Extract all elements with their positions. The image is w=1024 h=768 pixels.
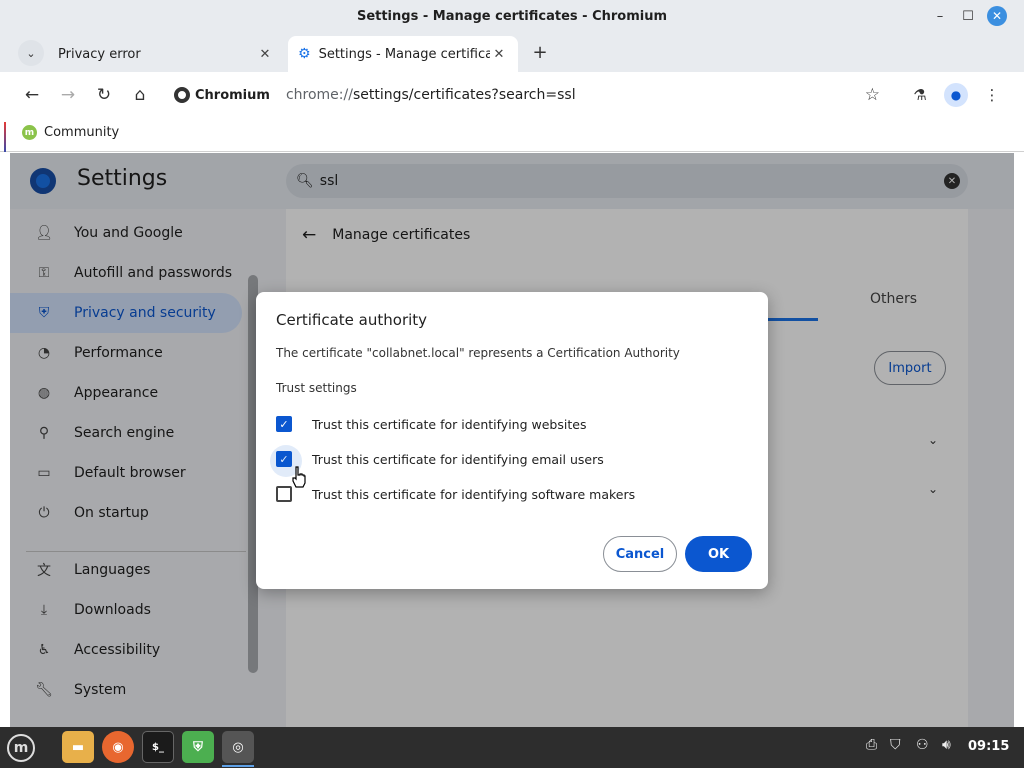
profile-avatar-icon[interactable]: ● — [944, 83, 968, 107]
forward-icon[interactable]: → — [56, 83, 80, 107]
labs-flask-icon[interactable]: ⚗ — [908, 83, 932, 107]
gear-icon: ⚙ — [298, 46, 311, 62]
site-chip[interactable]: Chromium — [174, 87, 270, 103]
tab-label: Settings - Manage certificates — [318, 46, 490, 62]
taskbar: m ▬ ◉ $_ ⛨ ◎ ⎙ ⛉ ⚇ 🔊︎ 09:15 — [0, 727, 1024, 768]
chromium-taskbar-icon[interactable]: ◎ — [222, 731, 254, 767]
tab-settings[interactable]: ⚙ Settings - Manage certificates ✕ — [288, 36, 518, 72]
browser-toolbar: ← → ↻ ⌂ Chromium chrome://settings/certi… — [0, 72, 1024, 118]
trust-software-label: Trust this certificate for identifying s… — [312, 486, 636, 502]
trust-websites-label: Trust this certificate for identifying w… — [312, 416, 587, 432]
tab-search-button[interactable]: ⌄ — [18, 40, 44, 66]
minimize-icon[interactable]: – — [930, 6, 950, 26]
notification-icon[interactable]: ⎙ — [866, 737, 877, 753]
security-shield-icon[interactable]: ⛨ — [182, 731, 214, 763]
start-menu-icon[interactable]: m — [7, 734, 35, 762]
file-manager-icon[interactable]: ▬ — [62, 731, 94, 763]
cancel-button[interactable]: Cancel — [603, 536, 677, 572]
trust-email-label: Trust this certificate for identifying e… — [312, 451, 604, 467]
certificate-authority-dialog: Certificate authority The certificate "c… — [256, 292, 768, 589]
firefox-icon[interactable]: ◉ — [102, 731, 134, 763]
active-app-indicator — [222, 765, 254, 767]
tab-strip: ⌄ Privacy error ✕ ⚙ Settings - Manage ce… — [0, 32, 1024, 72]
trust-software-row[interactable]: Trust this certificate for identifying s… — [276, 486, 635, 502]
terminal-icon[interactable]: $_ — [142, 731, 174, 763]
back-icon[interactable]: ← — [20, 83, 44, 107]
bookmark-label: Community — [44, 125, 120, 140]
menu-kebab-icon[interactable]: ⋮ — [980, 83, 1004, 107]
trust-email-checkbox[interactable]: ✓ — [270, 445, 302, 477]
close-window-icon[interactable]: ✕ — [987, 6, 1007, 26]
bookmarks-bar: m Community — [0, 118, 1024, 152]
dialog-description: The certificate "collabnet.local" repres… — [276, 346, 680, 360]
tab-close-icon[interactable]: ✕ — [256, 47, 274, 62]
volume-icon[interactable]: 🔊︎ — [942, 737, 951, 753]
ok-button[interactable]: OK — [685, 536, 752, 572]
window-edge-accent — [4, 122, 6, 152]
site-chip-label: Chromium — [195, 87, 270, 103]
network-icon[interactable]: ⚇ — [916, 737, 929, 753]
tab-privacy-error[interactable]: Privacy error ✕ — [48, 36, 284, 72]
trust-websites-checkbox[interactable]: ✓ — [276, 416, 292, 432]
dialog-title: Certificate authority — [276, 311, 428, 329]
reload-icon[interactable]: ↻ — [92, 83, 116, 107]
hand-cursor-icon — [292, 466, 306, 488]
shield-tray-icon[interactable]: ⛉ — [890, 737, 901, 753]
window-title: Settings - Manage certificates - Chromiu… — [356, 8, 668, 24]
community-favicon-icon: m — [22, 125, 37, 140]
trust-software-checkbox[interactable] — [276, 486, 292, 502]
chromium-logo-icon — [174, 87, 190, 103]
url-text: chrome://settings/certificates?search=ss… — [285, 87, 576, 103]
tab-close-icon[interactable]: ✕ — [490, 47, 508, 62]
bookmark-star-icon[interactable]: ☆ — [865, 85, 880, 105]
home-icon[interactable]: ⌂ — [128, 83, 152, 107]
bookmark-community[interactable]: m Community — [22, 125, 119, 140]
tab-label: Privacy error — [58, 46, 141, 62]
trust-email-row[interactable]: ✓ Trust this certificate for identifying… — [270, 445, 604, 477]
new-tab-button[interactable]: + — [528, 40, 552, 64]
trust-websites-row[interactable]: ✓ Trust this certificate for identifying… — [276, 416, 586, 432]
window-titlebar: Settings - Manage certificates - Chromiu… — [0, 0, 1024, 32]
maximize-icon[interactable]: ☐ — [958, 6, 978, 26]
clock: 09:15 — [968, 739, 1010, 754]
address-bar[interactable]: Chromium chrome://settings/certificates?… — [166, 78, 892, 112]
dialog-subheading: Trust settings — [276, 381, 357, 395]
chevron-down-icon: ⌄ — [26, 46, 36, 60]
